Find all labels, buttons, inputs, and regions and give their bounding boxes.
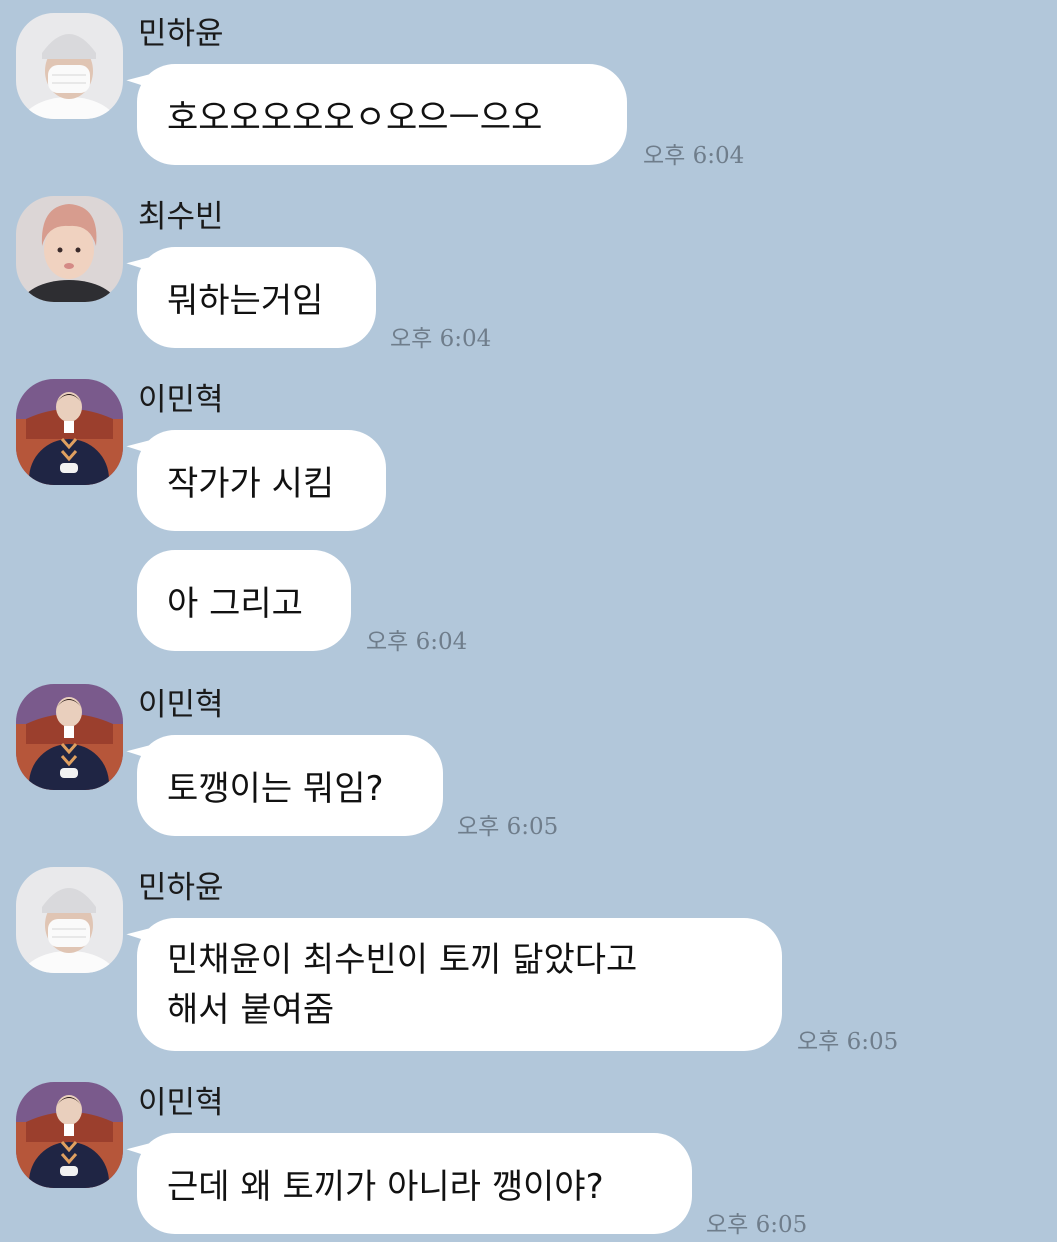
message-bubble[interactable]: 뭐하는거임 bbox=[137, 247, 376, 348]
message-bubble[interactable]: 민채윤이 최수빈이 토끼 닮았다고 해서 붙여줌 bbox=[137, 918, 782, 1051]
message-timestamp: 오후 6:05 bbox=[797, 1029, 899, 1055]
avatar-choisoobin[interactable] bbox=[16, 196, 123, 302]
sender-name: 이민혁 bbox=[138, 382, 224, 418]
avatar-navy-sweater-image bbox=[16, 1082, 123, 1188]
avatar-minhayun[interactable] bbox=[16, 13, 123, 119]
message-bubble[interactable]: 아 그리고 bbox=[137, 550, 351, 651]
avatar-white-beanie-image bbox=[16, 13, 123, 119]
message-timestamp: 오후 6:04 bbox=[366, 629, 468, 655]
message-timestamp: 오후 6:04 bbox=[643, 143, 745, 169]
avatar-leeminhyuk[interactable] bbox=[16, 379, 123, 485]
avatar-pink-hair-image bbox=[16, 196, 123, 302]
message-timestamp: 오후 6:04 bbox=[390, 326, 492, 352]
message-line: 민채윤이 최수빈이 토끼 닮았다고 bbox=[167, 939, 638, 980]
message-bubble[interactable]: 호오오오오오ㅇ오으ㅡ으오 bbox=[137, 64, 627, 165]
message-bubble[interactable]: 근데 왜 토끼가 아니라 깽이야? bbox=[137, 1133, 692, 1234]
message-bubble[interactable]: 토깽이는 뭐임? bbox=[137, 735, 443, 836]
sender-name: 이민혁 bbox=[138, 687, 224, 723]
avatar-navy-sweater-image bbox=[16, 684, 123, 790]
sender-name: 민하윤 bbox=[138, 870, 224, 906]
avatar-leeminhyuk[interactable] bbox=[16, 1082, 123, 1188]
sender-name: 민하윤 bbox=[138, 16, 224, 52]
avatar-leeminhyuk[interactable] bbox=[16, 684, 123, 790]
avatar-minhayun[interactable] bbox=[16, 867, 123, 973]
avatar-navy-sweater-image bbox=[16, 379, 123, 485]
avatar-white-beanie-image bbox=[16, 867, 123, 973]
message-line: 해서 붙여줌 bbox=[167, 989, 335, 1030]
message-bubble[interactable]: 작가가 시킴 bbox=[137, 430, 386, 531]
message-timestamp: 오후 6:05 bbox=[457, 814, 559, 840]
message-timestamp: 오후 6:05 bbox=[706, 1212, 808, 1238]
sender-name: 최수빈 bbox=[138, 199, 224, 235]
sender-name: 이민혁 bbox=[138, 1085, 224, 1121]
